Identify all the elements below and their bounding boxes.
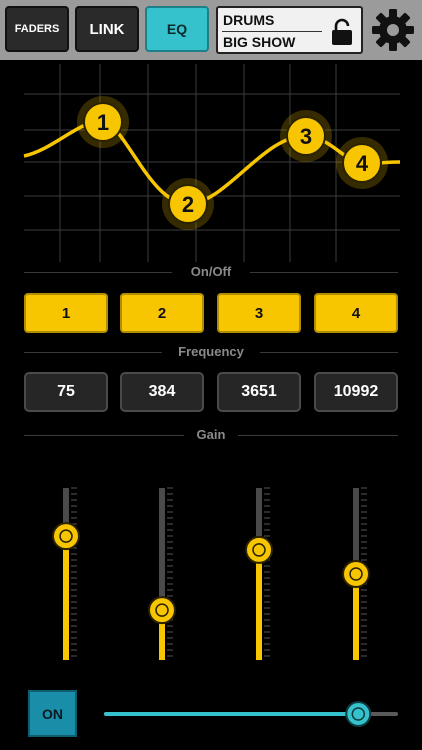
- lock-icon[interactable]: [330, 18, 354, 46]
- output-level-slider[interactable]: [104, 700, 400, 728]
- eq-node-4[interactable]: 4: [336, 137, 388, 189]
- faders-button[interactable]: FADERS: [5, 6, 69, 52]
- onoff-section-label: On/Off: [0, 264, 422, 280]
- preset-selector[interactable]: DRUMS BIG SHOW: [216, 6, 363, 54]
- fader-fill: [63, 536, 69, 660]
- fader-ticks: [264, 487, 270, 657]
- eq-node-label: 3: [300, 124, 312, 149]
- top-bar: FADERS LINK EQ DRUMS BIG SHOW: [0, 0, 422, 60]
- eq-node-2[interactable]: 2: [162, 178, 214, 230]
- onoff-label: On/Off: [190, 264, 232, 279]
- band-4-frequency[interactable]: 10992: [314, 372, 398, 412]
- preset-channel-name: DRUMS: [223, 12, 275, 28]
- band-3-gain-fader[interactable]: [239, 480, 279, 664]
- fader-knob[interactable]: [148, 596, 176, 625]
- frequency-label: Frequency: [178, 344, 244, 359]
- band-2-frequency[interactable]: 384: [120, 372, 204, 412]
- link-button[interactable]: LINK: [75, 6, 139, 52]
- band-1-frequency[interactable]: 75: [24, 372, 108, 412]
- frequency-section-label: Frequency: [0, 344, 422, 360]
- band-2-gain-fader[interactable]: [142, 480, 182, 664]
- fader-knob[interactable]: [342, 560, 370, 588]
- gain-section-label: Gain: [0, 427, 422, 443]
- gear-icon[interactable]: [369, 4, 417, 56]
- band-1-gain-fader[interactable]: [46, 480, 86, 664]
- eq-button[interactable]: EQ: [145, 6, 209, 52]
- fader-fill: [256, 549, 262, 660]
- band-3-frequency[interactable]: 3651: [217, 372, 301, 412]
- eq-node-1[interactable]: 1: [77, 96, 129, 148]
- fader-ticks: [167, 487, 173, 657]
- band-1-toggle[interactable]: 1: [24, 293, 108, 333]
- preset-divider: [222, 31, 322, 32]
- band-4-gain-fader[interactable]: [336, 480, 376, 664]
- slider-knob[interactable]: [345, 701, 372, 727]
- eq-node-label: 2: [182, 192, 194, 217]
- fader-knob[interactable]: [52, 522, 80, 551]
- band-2-toggle[interactable]: 2: [120, 293, 204, 333]
- band-3-toggle[interactable]: 3: [217, 293, 301, 333]
- eq-curve-graph[interactable]: 1 2 3 4: [0, 64, 422, 264]
- preset-show-name: BIG SHOW: [223, 34, 296, 50]
- fader-ticks: [71, 487, 77, 657]
- eq-node-label: 1: [97, 110, 109, 135]
- fader-knob[interactable]: [245, 535, 273, 564]
- eq-node-label: 4: [356, 151, 369, 176]
- on-button[interactable]: ON: [28, 690, 77, 737]
- band-4-toggle[interactable]: 4: [314, 293, 398, 333]
- gain-label: Gain: [196, 427, 226, 442]
- eq-node-3[interactable]: 3: [280, 110, 332, 162]
